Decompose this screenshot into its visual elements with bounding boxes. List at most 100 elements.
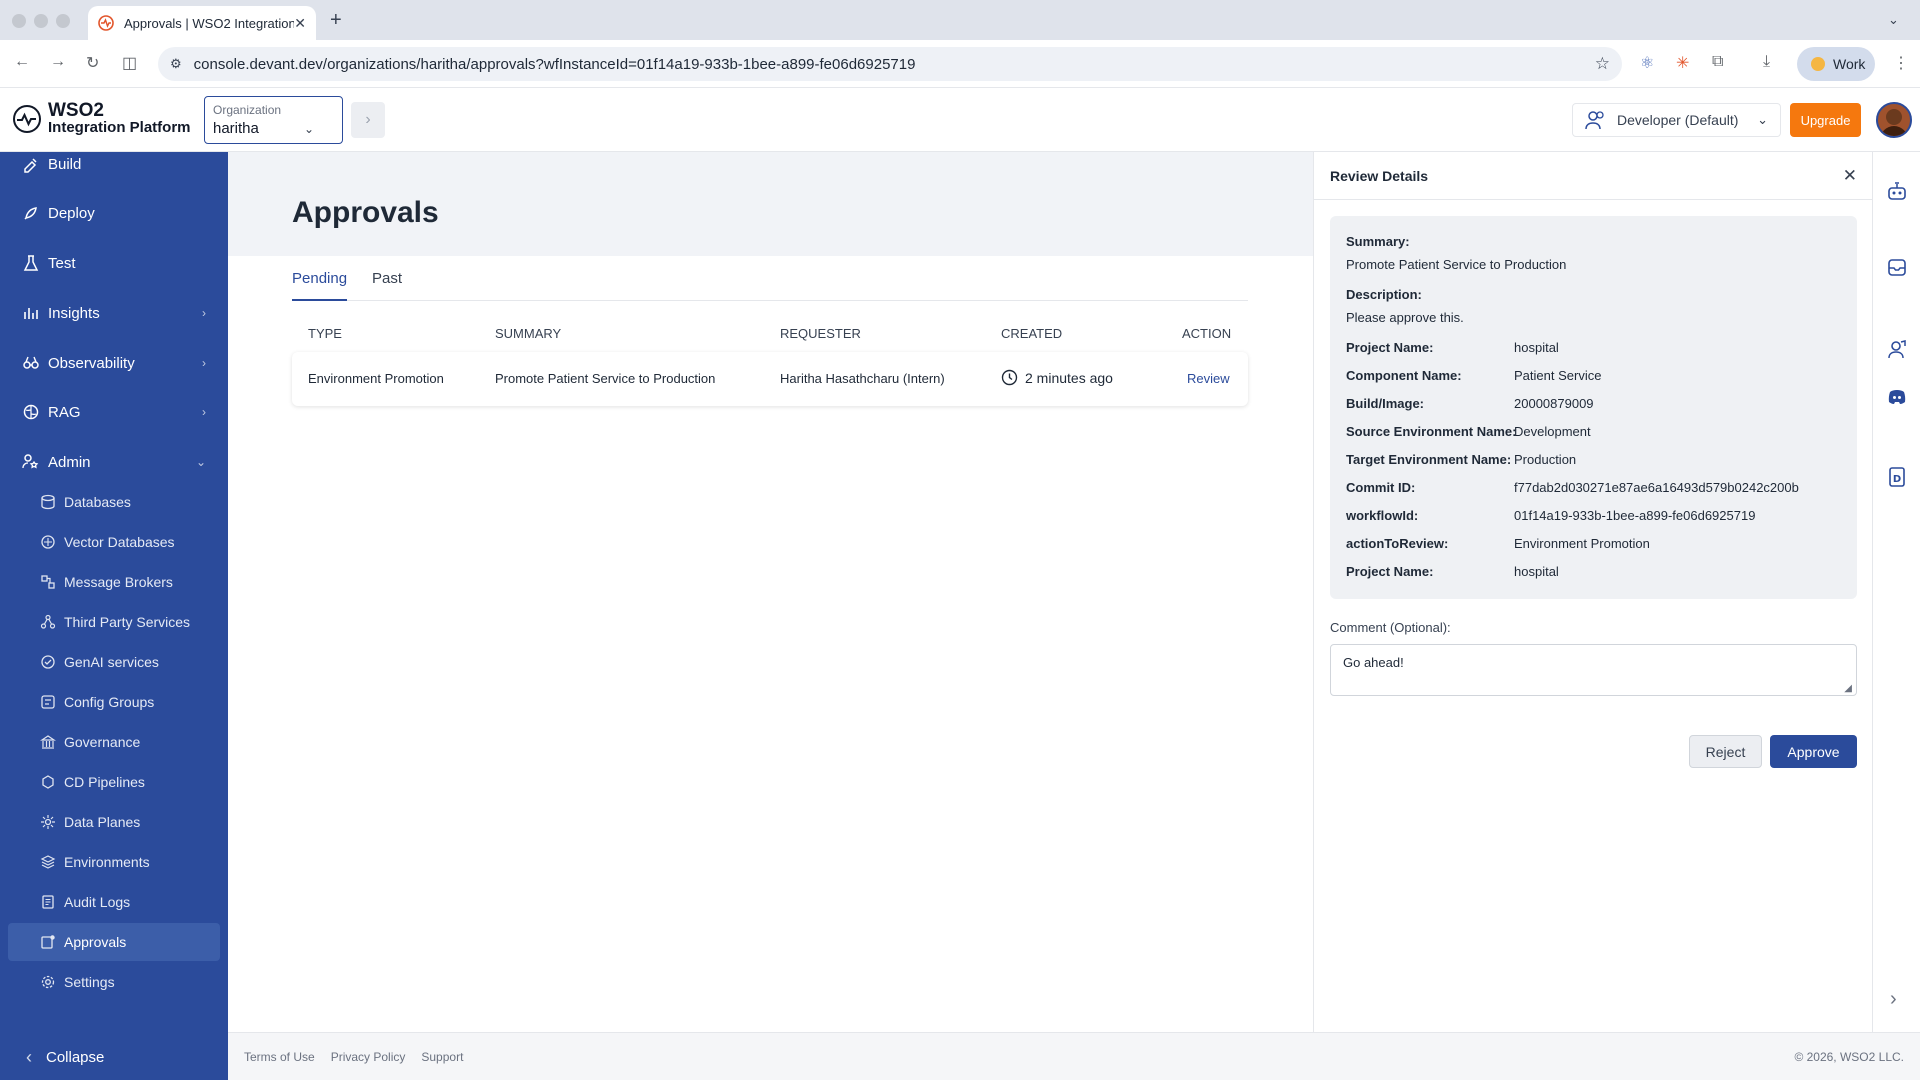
downloads-icon[interactable]: ⤓ [1763, 53, 1770, 71]
bookmark-star-icon[interactable]: ☆ [1595, 54, 1610, 74]
sidebar-subitem-approvals[interactable]: Approvals [8, 923, 220, 961]
clock-icon [1001, 369, 1018, 386]
organization-selector[interactable]: Organization haritha ⌄ [204, 96, 343, 144]
approval-tabs: Pending Past [292, 256, 1248, 301]
extensions-puzzle-icon[interactable]: ⧉ [1712, 53, 1723, 71]
back-icon[interactable]: ← [14, 53, 30, 71]
sidebar-item-build[interactable]: Build [0, 144, 228, 184]
detail-key: Build/Image: [1346, 396, 1425, 411]
inbox-icon[interactable] [1886, 256, 1908, 278]
sidebar-subitem-audit-logs[interactable]: Audit Logs [8, 883, 220, 921]
close-icon[interactable]: ✕ [1843, 166, 1857, 186]
docs-icon[interactable]: D [1886, 466, 1908, 488]
footer-link-privacy[interactable]: Privacy Policy [331, 1050, 406, 1064]
detail-value: hospital [1514, 564, 1559, 579]
genai-icon [41, 655, 55, 669]
sidebar-subitem-vector-databases[interactable]: Vector Databases [8, 523, 220, 561]
user-avatar[interactable] [1876, 102, 1912, 138]
rocket-icon [24, 207, 37, 220]
site-info-icon[interactable]: ⚙ [170, 56, 182, 72]
config-groups-icon [41, 695, 55, 709]
sidebar-subitem-data-planes[interactable]: Data Planes [8, 803, 220, 841]
sidebar-subitem-third-party-services[interactable]: Third Party Services [8, 603, 220, 641]
comment-label: Comment (Optional): [1330, 620, 1451, 635]
governance-icon [40, 735, 56, 749]
discord-icon[interactable] [1886, 386, 1908, 408]
table-row[interactable]: Environment Promotion Promote Patient Se… [292, 352, 1248, 406]
sidebar-subitem-cd-pipelines[interactable]: CD Pipelines [8, 763, 220, 801]
support-agent-icon[interactable] [1886, 338, 1908, 360]
tab-close-icon[interactable]: ✕ [294, 15, 306, 32]
extension-claude-icon[interactable]: ✳ [1676, 53, 1689, 73]
review-details-panel: Review Details ✕ Summary: Promote Patien… [1313, 152, 1873, 1032]
binoculars-icon [23, 356, 39, 369]
address-bar[interactable]: ⚙ console.devant.dev/organizations/harit… [158, 47, 1622, 81]
row-summary: Promote Patient Service to Production [495, 371, 716, 386]
organization-next-button[interactable]: › [351, 102, 385, 138]
logo[interactable]: WSO2 Integration Platform [12, 100, 191, 136]
chevron-down-icon: ⌄ [195, 455, 206, 469]
extension-react-icon[interactable]: ⚛ [1640, 53, 1654, 73]
tab-list-chevron-icon[interactable]: ⌄ [1888, 12, 1899, 28]
expand-rail-chevron-icon[interactable]: › [1890, 988, 1897, 1011]
layers-icon [40, 855, 56, 869]
row-created-text: 2 minutes ago [1025, 369, 1113, 386]
window-zoom-control[interactable] [56, 14, 70, 28]
sidebar-item-insights[interactable]: Insights › [0, 293, 228, 333]
browser-menu-icon[interactable]: ⋮ [1893, 53, 1909, 73]
audit-log-icon [42, 895, 54, 909]
reject-button[interactable]: Reject [1689, 735, 1762, 768]
split-view-icon[interactable]: ◫ [122, 53, 137, 73]
upgrade-button[interactable]: Upgrade [1790, 103, 1861, 137]
description-label: Description: [1346, 287, 1422, 302]
resize-handle-icon[interactable]: ◢ [1844, 683, 1852, 694]
ai-assistant-icon[interactable] [1886, 180, 1908, 202]
reload-icon[interactable]: ↻ [86, 53, 99, 73]
admin-icon [22, 454, 39, 469]
sidebar-subitem-databases[interactable]: Databases [8, 483, 220, 521]
sidebar-subitem-label: Data Planes [64, 814, 141, 830]
sidebar-item-rag[interactable]: RAG › [0, 392, 228, 432]
window-minimize-control[interactable] [34, 14, 48, 28]
logo-platform-text: Integration Platform [48, 119, 191, 136]
detail-value: 01f14a19-933b-1bee-a899-fe06d6925719 [1514, 508, 1756, 523]
detail-key: workflowId: [1346, 508, 1419, 523]
forward-icon[interactable]: → [50, 53, 66, 71]
sidebar-item-test[interactable]: Test [0, 243, 228, 283]
sidebar-item-deploy[interactable]: Deploy [0, 193, 228, 233]
sidebar-item-admin[interactable]: Admin ⌄ [0, 442, 228, 482]
footer-link-support[interactable]: Support [421, 1050, 463, 1064]
detail-key: Project Name: [1346, 564, 1434, 579]
footer-link-terms[interactable]: Terms of Use [244, 1050, 315, 1064]
sidebar-subitem-label: Third Party Services [64, 614, 191, 630]
sidebar-subitem-governance[interactable]: Governance [8, 723, 220, 761]
role-selector[interactable]: Developer (Default) ⌄ [1572, 103, 1781, 137]
sidebar-subitem-config-groups[interactable]: Config Groups [8, 683, 220, 721]
sidebar-subitem-environments[interactable]: Environments [8, 843, 220, 881]
detail-value: Production [1514, 452, 1577, 467]
chevron-right-icon: › [202, 306, 206, 320]
sidebar-item-observability[interactable]: Observability › [0, 343, 228, 383]
logo-wso2-text: WSO2 [48, 100, 104, 121]
tab-pending[interactable]: Pending [292, 270, 348, 301]
url-text[interactable]: console.devant.dev/organizations/haritha… [194, 56, 916, 73]
detail-value: Development [1514, 424, 1591, 439]
sidebar-subitem-genai-services[interactable]: GenAI services [8, 643, 220, 681]
review-panel-header: Review Details ✕ [1314, 152, 1873, 200]
profile-button[interactable]: Work [1797, 47, 1875, 81]
sidebar-subitem-settings[interactable]: Settings [8, 963, 220, 1001]
sidebar-collapse-button[interactable]: ‹ Collapse [0, 1035, 228, 1080]
sidebar-subitem-label: Environments [64, 854, 150, 870]
review-link[interactable]: Review [1187, 371, 1230, 386]
chevron-right-icon: › [365, 111, 371, 128]
window-close-control[interactable] [12, 14, 26, 28]
chevron-left-icon: ‹ [26, 1047, 32, 1067]
new-tab-icon[interactable]: + [330, 9, 342, 32]
comment-textarea[interactable]: Go ahead! ◢ [1330, 644, 1857, 696]
tab-past[interactable]: Past [372, 270, 402, 299]
sidebar-subitem-message-brokers[interactable]: Message Brokers [8, 563, 220, 601]
sidebar-item-label: RAG [48, 403, 81, 421]
sidebar-subitem-label: Message Brokers [64, 574, 173, 590]
browser-tab[interactable]: Approvals | WSO2 Integration Platform ✕ [88, 6, 316, 40]
approve-button[interactable]: Approve [1770, 735, 1857, 768]
